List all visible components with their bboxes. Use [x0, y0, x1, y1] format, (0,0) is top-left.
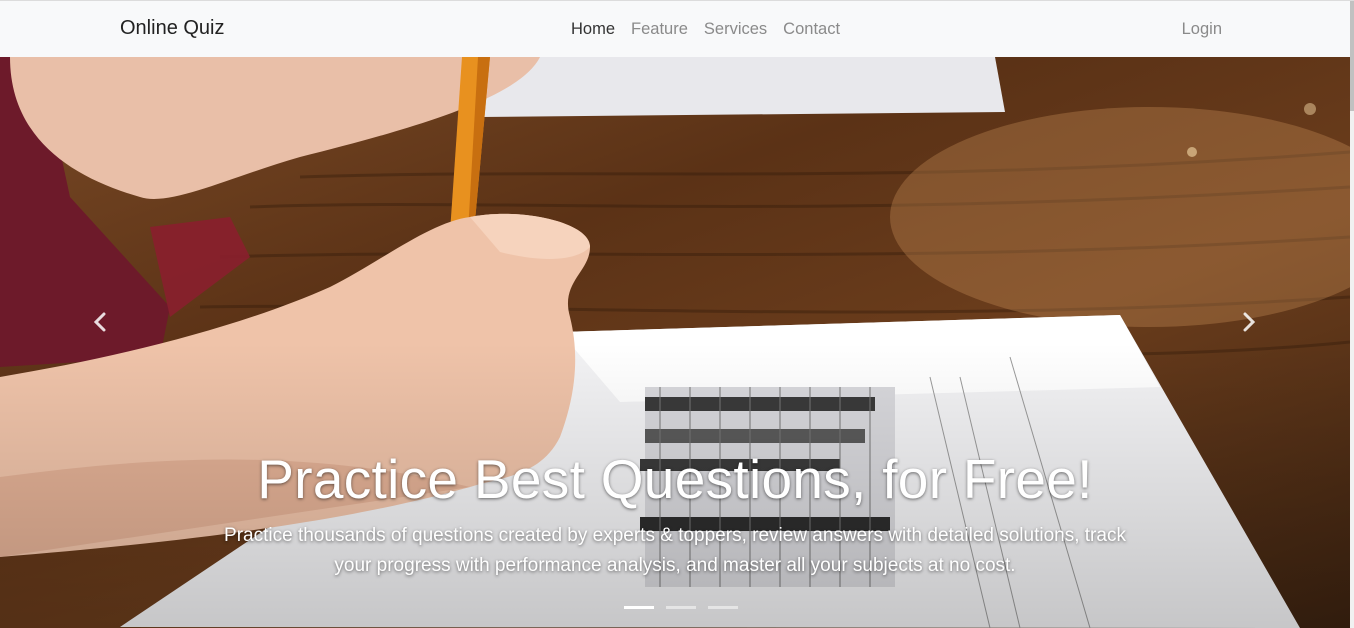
hero-carousel: Practice Best Questions, for Free! Pract… — [0, 57, 1350, 628]
chevron-right-icon — [1243, 312, 1256, 332]
chevron-left-icon — [93, 312, 106, 332]
hero-description: Practice thousands of questions created … — [224, 525, 1126, 576]
carousel-indicator-3[interactable] — [708, 606, 738, 609]
nav-link-feature[interactable]: Feature — [631, 20, 688, 39]
login-link[interactable]: Login — [1182, 20, 1222, 39]
navbar: Online Quiz Home Feature Services Contac… — [0, 1, 1350, 57]
page-scrollbar[interactable] — [1350, 1, 1354, 628]
nav-link-contact[interactable]: Contact — [783, 20, 840, 39]
carousel-prev-control[interactable] — [81, 302, 121, 342]
hero-title: Practice Best Questions, for Free! — [257, 448, 1093, 510]
carousel-indicators — [624, 606, 738, 609]
brand-logo-link[interactable]: Online Quiz — [120, 17, 225, 40]
carousel-next-control[interactable] — [1228, 302, 1268, 342]
nav-link-services[interactable]: Services — [704, 20, 767, 39]
nav-links: Home Feature Services Contact — [571, 20, 840, 39]
scrollbar-thumb[interactable] — [1350, 1, 1354, 111]
nav-link-home[interactable]: Home — [571, 20, 615, 39]
carousel-caption: Practice Best Questions, for Free! Pract… — [0, 447, 1350, 581]
carousel-indicator-2[interactable] — [666, 606, 696, 609]
carousel-indicator-1[interactable] — [624, 606, 654, 609]
